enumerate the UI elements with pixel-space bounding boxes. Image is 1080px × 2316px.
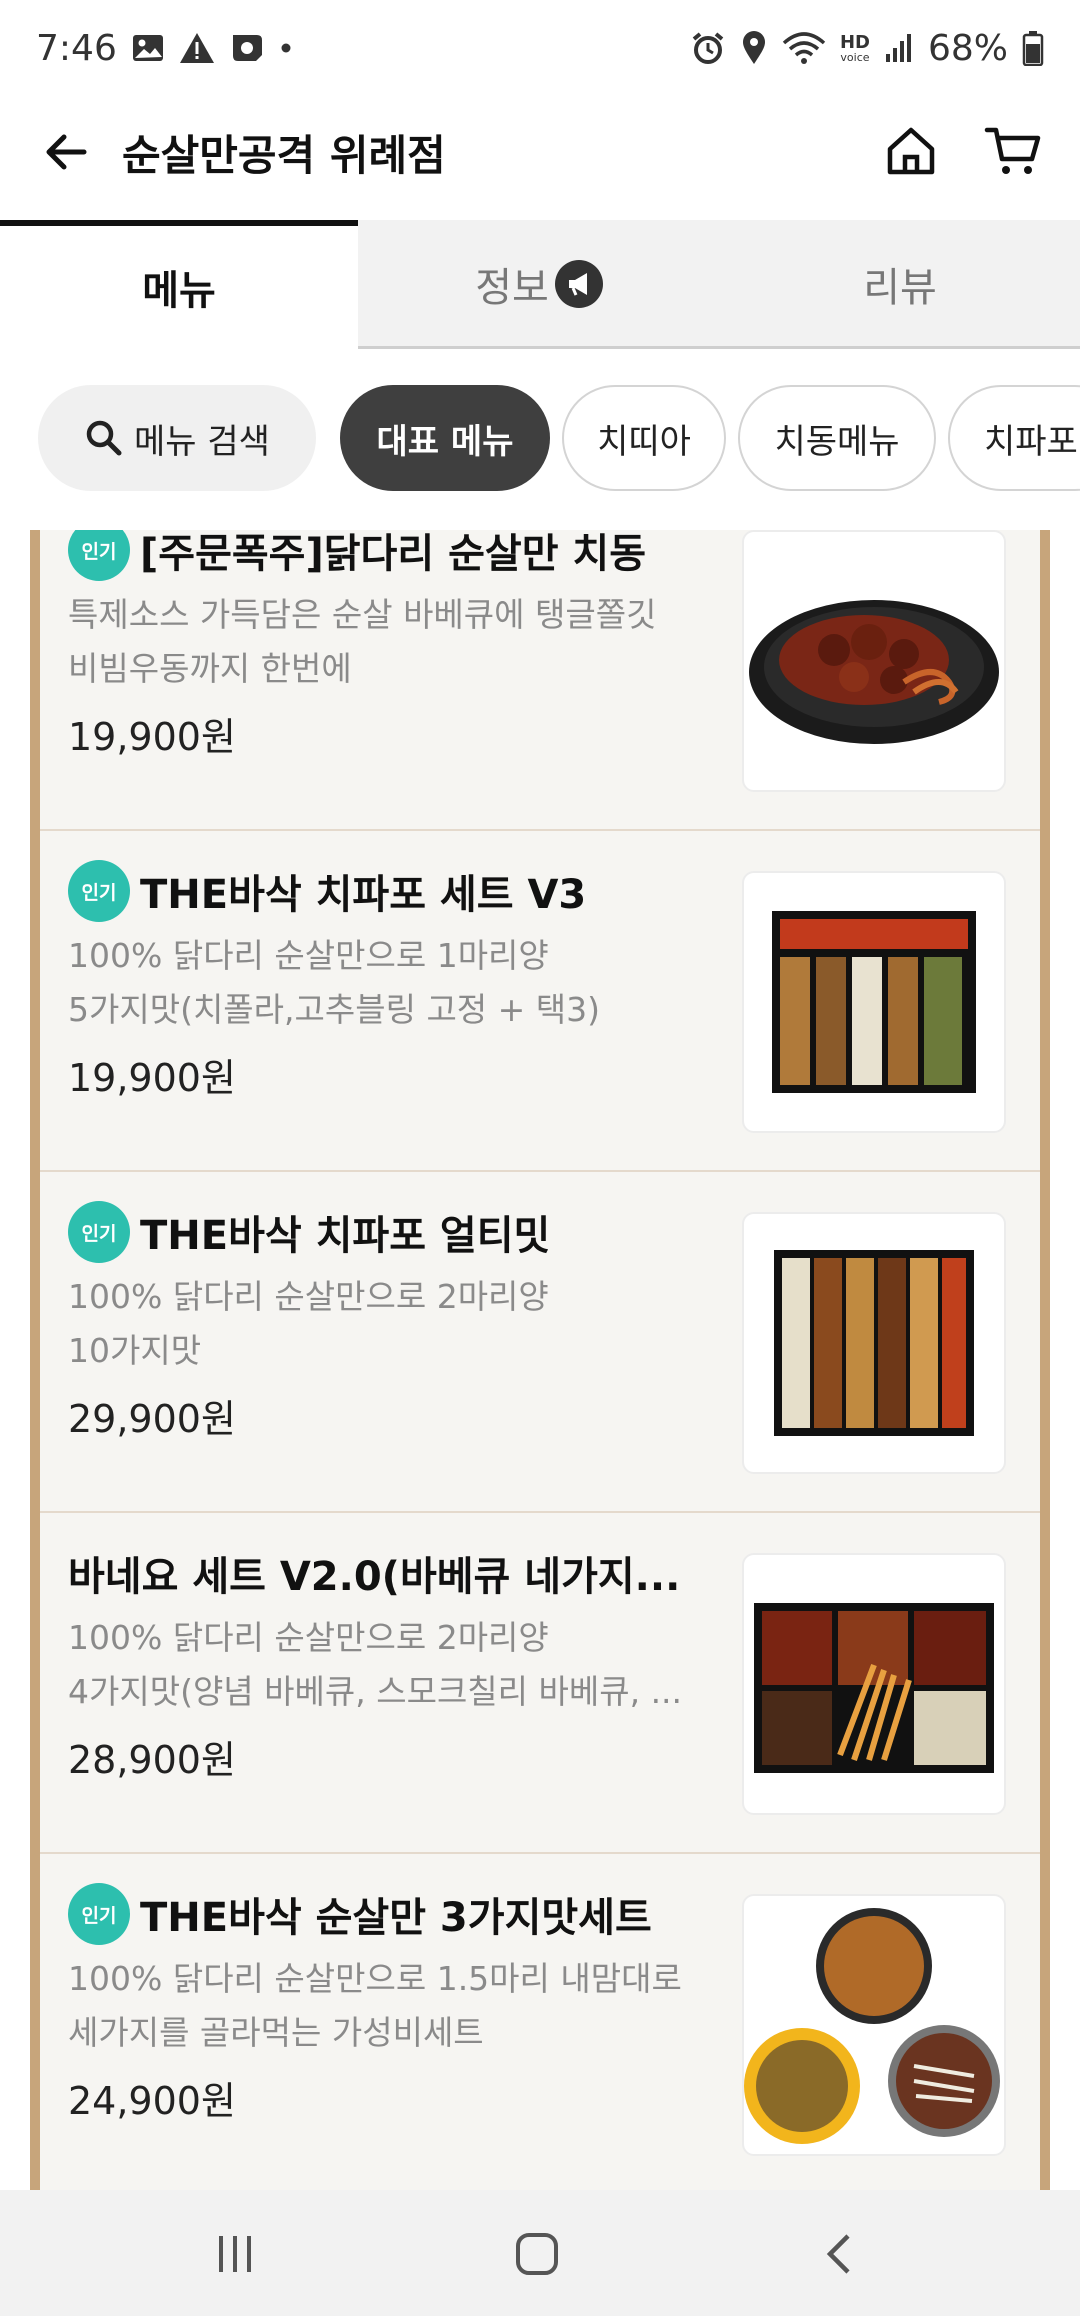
frame-right: [1040, 530, 1050, 2190]
battery-percent: 68%: [927, 27, 1008, 69]
menu-item-price: 19,900원: [68, 1056, 236, 1100]
chip-chidong-menu[interactable]: 치동메뉴: [738, 385, 936, 491]
cart-button[interactable]: [982, 120, 1044, 182]
home-icon: [887, 127, 935, 175]
chip-label: 대표 메뉴: [376, 421, 514, 462]
menu-search-button[interactable]: 메뉴 검색: [38, 385, 316, 491]
dot-icon: [279, 41, 293, 55]
status-time: 7:46: [36, 27, 117, 69]
tab-info[interactable]: 정보: [358, 220, 720, 348]
back-button[interactable]: [36, 122, 96, 182]
menu-item-price: 19,900원: [68, 715, 236, 759]
menu-item-name: 바네요 세트 V2.0(바베큐 네가지...: [68, 1554, 681, 1600]
warning-icon: [179, 31, 215, 65]
home-circle-icon: [516, 2233, 558, 2275]
chip-representative-menu[interactable]: 대표 메뉴: [340, 385, 550, 491]
tab-menu[interactable]: 메뉴: [0, 220, 358, 348]
menu-item-image: [742, 1212, 1006, 1474]
menu-category-chips: 메뉴 검색 대표 메뉴 치띠아 치동메뉴 치파포: [0, 385, 1080, 495]
popular-badge: 인기: [68, 860, 130, 922]
menu-item-image: [742, 1553, 1006, 1815]
alarm-icon: [690, 30, 726, 66]
menu-item-description: 100% 닭다리 순살만으로 1.5마리 내맘대로 세가지를 골라먹는 가성비세…: [68, 1959, 682, 2052]
chip-label: 치파포: [984, 421, 1078, 462]
battery-icon: [1022, 30, 1044, 66]
recent-apps-icon: [219, 2236, 251, 2272]
menu-item-name: [주문폭주]닭다리 순살만 치동: [140, 531, 647, 577]
menu-item-price: 28,900원: [68, 1738, 236, 1782]
megaphone-icon: [554, 260, 603, 308]
back-chevron-icon: [826, 2234, 850, 2274]
back-arrow-icon: [46, 134, 87, 170]
menu-item[interactable]: 인기 THE바삭 치파포 얼티밋 100% 닭다리 순살만으로 2마리양 10가…: [40, 1172, 1040, 1513]
menu-item-description: 100% 닭다리 순살만으로 1마리양 5가지맛(치폴라,고추블링 고정 + 택…: [68, 936, 601, 1029]
tabs-divider: [358, 346, 1080, 349]
gallery-icon: [131, 31, 165, 65]
menu-item-description: 100% 닭다리 순살만으로 2마리양 4가지맛(양념 바베큐, 스모크칠리 바…: [68, 1618, 683, 1711]
wifi-icon: [782, 31, 826, 65]
menu-item-image: [742, 871, 1006, 1133]
signal-icon: [884, 32, 914, 64]
menu-item-price: 24,900원: [68, 2079, 236, 2123]
menu-item-description: 100% 닭다리 순살만으로 2마리양 10가지맛: [68, 1277, 549, 1370]
popular-badge: 인기: [68, 1201, 130, 1263]
menu-item-price: 29,900원: [68, 1397, 236, 1441]
menu-item-image: [742, 530, 1006, 792]
hd-voice-icon: HD voice: [839, 31, 870, 64]
frame-left: [30, 530, 40, 2190]
store-tabs: 메뉴 정보 리뷰: [0, 220, 1080, 350]
menu-search-label: 메뉴 검색: [134, 421, 270, 462]
menu-item-name: THE바삭 치파포 얼티밋: [140, 1213, 551, 1259]
menu-item[interactable]: 인기 [주문폭주]닭다리 순살만 치동 특제소스 가득담은 순살 바베큐에 탱글…: [40, 530, 1040, 831]
location-icon: [740, 30, 768, 66]
chip-chipapo[interactable]: 치파포: [948, 385, 1080, 491]
tab-info-label: 정보: [475, 265, 549, 311]
menu-item-name: THE바삭 치파포 세트 V3: [140, 872, 587, 918]
back-nav-button[interactable]: [800, 2214, 880, 2294]
home-nav-button[interactable]: [497, 2214, 577, 2294]
app-bar: 순살만공격 위례점: [0, 96, 1080, 206]
menu-item[interactable]: 인기 THE바삭 순살만 3가지맛세트 100% 닭다리 순살만으로 1.5마리…: [40, 1854, 1040, 2190]
store-title: 순살만공격 위례점: [122, 131, 446, 180]
menu-item[interactable]: 바네요 세트 V2.0(바베큐 네가지... 100% 닭다리 순살만으로 2마…: [40, 1513, 1040, 1854]
status-bar: 7:46 HD voice 68%: [0, 0, 1080, 96]
chip-label: 치띠아: [597, 421, 691, 462]
menu-item[interactable]: 인기 THE바삭 치파포 세트 V3 100% 닭다리 순살만으로 1마리양 5…: [40, 831, 1040, 1172]
system-nav-bar: [0, 2190, 1080, 2316]
cart-icon: [984, 127, 1041, 174]
search-icon: [86, 420, 122, 456]
menu-item-description: 특제소스 가득담은 순살 바베큐에 탱글쫄깃 비빔우동까지 한번에: [68, 595, 657, 688]
messenger-icon: [229, 31, 265, 65]
popular-badge: 인기: [68, 1883, 130, 1945]
tab-review-label: 리뷰: [863, 265, 937, 311]
chip-chittia[interactable]: 치띠아: [562, 385, 726, 491]
popular-badge: 인기: [68, 530, 130, 581]
tab-menu-label: 메뉴: [142, 268, 216, 314]
menu-item-image: [742, 1894, 1006, 2156]
tab-review[interactable]: 리뷰: [720, 220, 1080, 348]
chip-label: 치동메뉴: [774, 421, 900, 462]
recent-apps-button[interactable]: [195, 2214, 275, 2294]
menu-list[interactable]: 인기 [주문폭주]닭다리 순살만 치동 특제소스 가득담은 순살 바베큐에 탱글…: [0, 530, 1080, 2190]
menu-item-name: THE바삭 순살만 3가지맛세트: [140, 1895, 652, 1941]
home-button[interactable]: [880, 120, 942, 182]
